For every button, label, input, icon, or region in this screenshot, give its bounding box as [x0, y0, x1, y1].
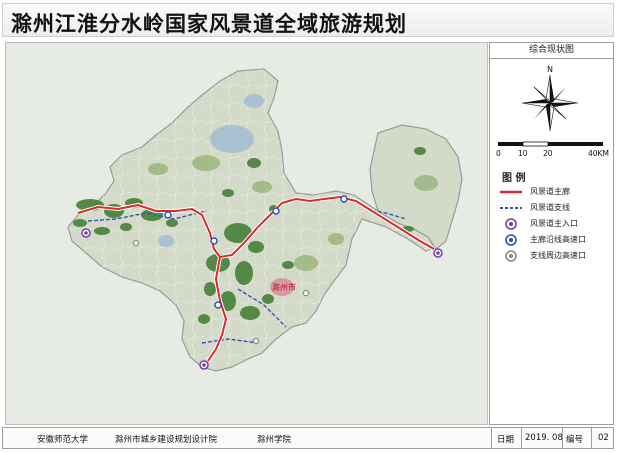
scale-tick: 10 [518, 149, 528, 158]
blue-circle-icon [505, 234, 517, 246]
compass-north-label: N [547, 65, 553, 74]
legend-label: 风景道主廊 [530, 187, 570, 196]
legend-label: 风景道支线 [530, 203, 570, 212]
scale-tick: 40KM [588, 149, 609, 158]
main-entrance-marker[interactable] [433, 248, 443, 258]
reservoir [210, 125, 254, 153]
footer-divider [521, 428, 522, 448]
legend-title: 图 例 [502, 173, 526, 184]
footer-org-3: 滁州学院 [257, 435, 292, 445]
purple-circle-icon [505, 218, 517, 230]
legend-item-branch-line: 风景道支线 [500, 201, 612, 215]
footer-divider [591, 428, 592, 448]
legend-label: 支线周边高速口 [530, 251, 586, 260]
legend-item-branch-exit: 支线周边高速口 [500, 249, 612, 263]
map-title: 滁州江淮分水岭国家风景道全域旅游规划 [11, 12, 407, 36]
panel-title: 综合现状图 [490, 43, 613, 59]
legend-item-main-corridor: 风景道主廊 [500, 185, 612, 199]
scale-tick: 20 [543, 149, 553, 158]
main-entrance-marker[interactable] [81, 228, 91, 238]
red-line-icon [500, 190, 522, 194]
scale-bar: 0 10 20 40KM [496, 141, 609, 158]
footer-divider [562, 428, 563, 448]
legend-label: 主廊沿线高速口 [530, 235, 586, 244]
map-svg: 滁州市 [6, 43, 487, 424]
date-label: 日期 [497, 435, 515, 445]
map-area[interactable]: 滁州市 [5, 42, 488, 425]
city-label: 滁州市 [272, 282, 296, 292]
footer: 安徽师范大学 滁州市城乡建设规划设计院 滁州学院 日期 2019. 08 编号 … [2, 427, 614, 449]
footer-divider [491, 428, 492, 448]
title-bar: 滁州江淮分水岭国家风景道全域旅游规划 [2, 3, 614, 37]
map-sheet: 滁州江淮分水岭国家风景道全域旅游规划 滁州市 综合现状图 N 0 10 20 4… [0, 0, 617, 453]
north-arrow-icon: N [521, 65, 579, 132]
main-entrance-marker[interactable] [199, 360, 209, 370]
blue-dashed-line-icon [500, 207, 522, 209]
legend-label: 风景道主入口 [530, 219, 578, 228]
footer-org-1: 安徽师范大学 [37, 435, 89, 445]
number-value: 02 [598, 433, 609, 443]
reservoir [158, 235, 174, 247]
legend-item-main-entrance: 风景道主入口 [500, 217, 612, 231]
footer-org-2: 滁州市城乡建设规划设计院 [115, 435, 218, 445]
date-value: 2019. 08 [525, 433, 563, 443]
side-panel: 综合现状图 N 0 10 20 40KM 图 例 风景道主廊 风景道支线 风景道… [489, 42, 614, 425]
reservoir [244, 94, 264, 108]
legend-item-corridor-exit: 主廊沿线高速口 [500, 233, 612, 247]
scale-tick: 0 [496, 149, 501, 158]
grey-circle-icon [505, 250, 517, 262]
number-label: 编号 [566, 435, 584, 445]
